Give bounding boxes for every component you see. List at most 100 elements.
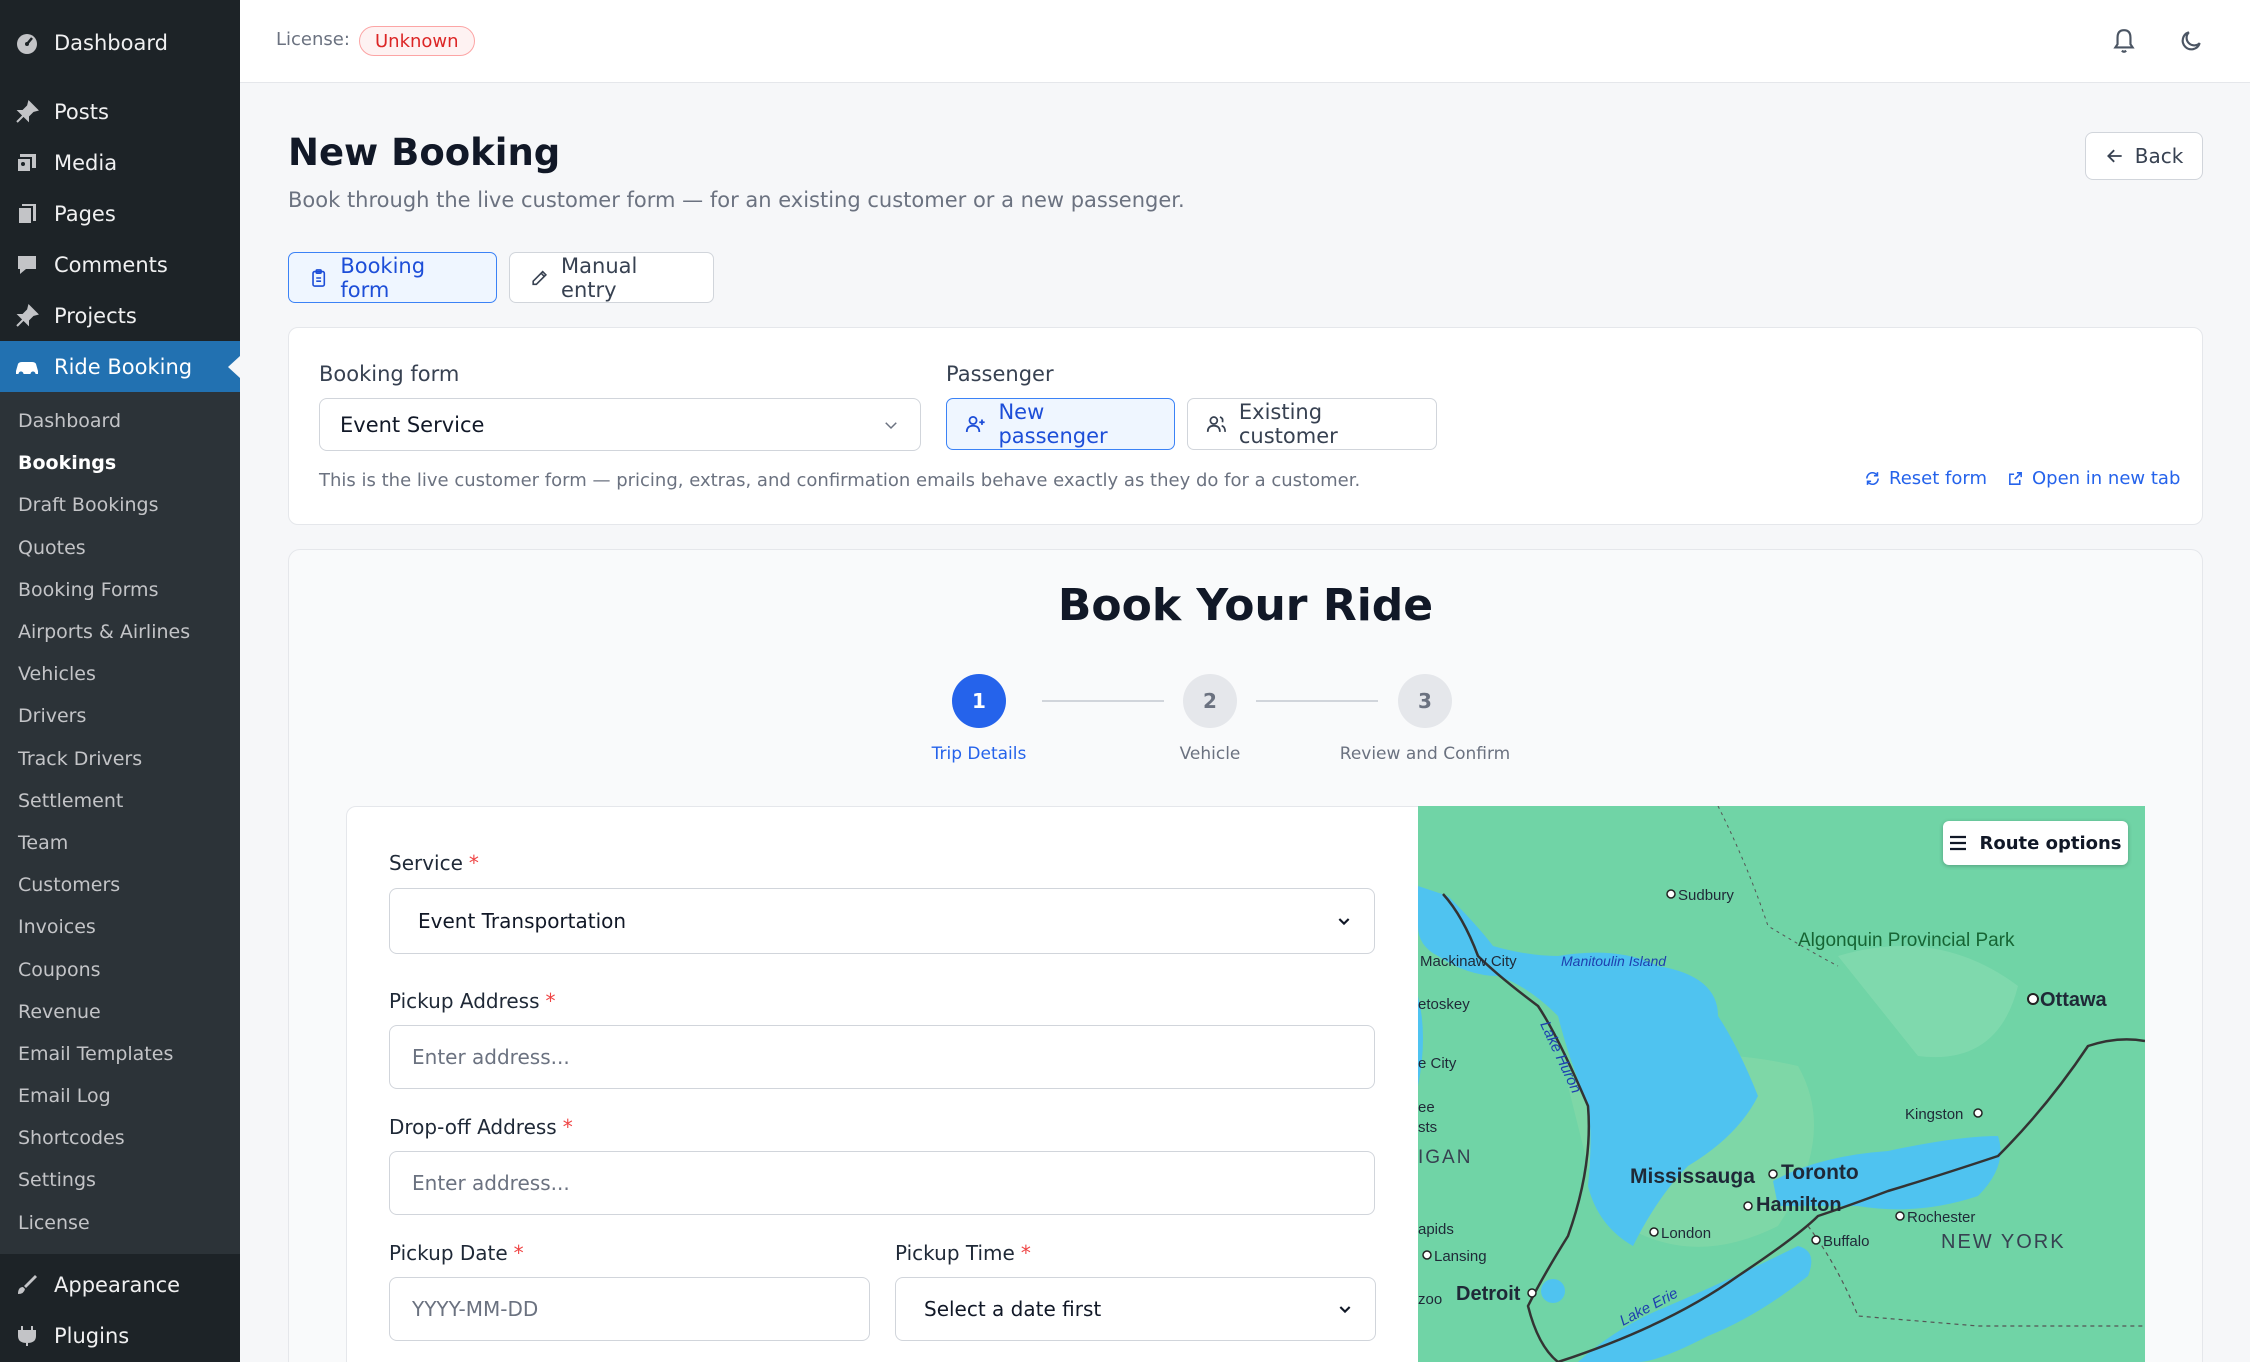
sub-item-license[interactable]: License — [0, 1202, 240, 1244]
booking-form-select[interactable]: Event Service — [319, 398, 921, 451]
sub-item-customers[interactable]: Customers — [0, 864, 240, 906]
open-new-tab-link[interactable]: Open in new tab — [2007, 468, 2180, 489]
page-subtitle: Book through the live customer form — fo… — [288, 188, 1185, 212]
sub-item-dashboard[interactable]: Dashboard — [0, 400, 240, 442]
back-button[interactable]: Back — [2085, 132, 2203, 180]
sub-item-settings[interactable]: Settings — [0, 1159, 240, 1201]
menu-projects[interactable]: Projects — [0, 290, 240, 341]
map-label: Algonquin Provincial Park — [1798, 930, 2015, 951]
required-mark: * — [1020, 1241, 1031, 1265]
sub-item-shortcodes[interactable]: Shortcodes — [0, 1117, 240, 1159]
chevron-down-icon — [1338, 918, 1350, 926]
refresh-icon — [1866, 471, 1879, 486]
menu-dashboard[interactable]: Dashboard — [0, 0, 240, 86]
step-label: Trip Details — [931, 744, 1027, 764]
menu-ride-booking[interactable]: Ride Booking — [0, 341, 240, 392]
pickup-address-label: Pickup Address * — [389, 989, 556, 1013]
plugin-icon — [14, 1323, 40, 1349]
step-number: 1 — [952, 674, 1006, 728]
tab-manual-entry[interactable]: Manual entry — [509, 252, 714, 303]
map-label: Kingston — [1905, 1106, 1963, 1123]
page-title: New Booking — [288, 131, 561, 174]
menu-label: Comments — [54, 252, 168, 277]
sub-item-email-templates[interactable]: Email Templates — [0, 1033, 240, 1075]
menu-label: Posts — [54, 99, 109, 124]
sub-item-airports-airlines[interactable]: Airports & Airlines — [0, 611, 240, 653]
user-plus-icon — [965, 415, 985, 433]
required-mark: * — [545, 989, 556, 1013]
step-review-confirm[interactable]: 3 Review and Confirm — [1325, 674, 1525, 764]
menu-plugins[interactable]: Plugins — [0, 1311, 240, 1362]
required-mark: * — [468, 851, 479, 875]
top-bar: License: Unknown — [240, 0, 2250, 83]
step-label: Vehicle — [1179, 744, 1241, 764]
pickup-address-input[interactable]: Enter address... — [389, 1025, 1375, 1089]
step-trip-details[interactable]: 1 Trip Details — [879, 674, 1079, 764]
dropoff-address-input[interactable]: Enter address... — [389, 1151, 1375, 1215]
reset-form-link[interactable]: Reset form — [1864, 468, 1987, 489]
license-label: License: — [276, 29, 350, 50]
chevron-down-icon — [1339, 1306, 1351, 1314]
pickup-date-input[interactable]: YYYY-MM-DD — [389, 1277, 870, 1341]
map-label: Lansing — [1434, 1248, 1487, 1265]
menu-comments[interactable]: Comments — [0, 239, 240, 290]
menu-pages[interactable]: Pages — [0, 188, 240, 239]
reset-form-label: Reset form — [1889, 468, 1987, 489]
booking-form-value: Event Service — [340, 412, 485, 437]
sub-item-track-drivers[interactable]: Track Drivers — [0, 738, 240, 780]
ride-booking-submenu: Dashboard Bookings Draft Bookings Quotes… — [0, 392, 240, 1254]
menu-media[interactable]: Media — [0, 137, 240, 188]
chevron-down-icon — [885, 421, 897, 429]
pin-icon — [14, 99, 40, 125]
media-icon — [14, 150, 40, 176]
existing-customer-button[interactable]: Existing customer — [1187, 398, 1437, 450]
map-graphic: Sudbury Mackinaw City Manitoulin Island … — [1418, 806, 2145, 1362]
sub-item-team[interactable]: Team — [0, 822, 240, 864]
pickup-time-label: Pickup Time * — [895, 1241, 1031, 1265]
menu-label: Appearance — [54, 1273, 181, 1298]
license-status-badge: Unknown — [359, 26, 475, 56]
sub-item-email-log[interactable]: Email Log — [0, 1075, 240, 1117]
back-label: Back — [2134, 144, 2184, 168]
moon-icon[interactable] — [2174, 24, 2208, 58]
map-label: apids — [1418, 1221, 1454, 1238]
sub-item-draft-bookings[interactable]: Draft Bookings — [0, 484, 240, 526]
menu-posts[interactable]: Posts — [0, 86, 240, 137]
external-link-icon — [2009, 472, 2022, 485]
map-label: Buffalo — [1823, 1233, 1869, 1250]
route-options-button[interactable]: Route options — [1943, 821, 2128, 865]
new-passenger-button[interactable]: New passenger — [946, 398, 1175, 450]
map-label: Sudbury — [1678, 887, 1734, 904]
sub-item-invoices[interactable]: Invoices — [0, 906, 240, 948]
map-label: etoskey — [1418, 996, 1470, 1013]
sub-item-drivers[interactable]: Drivers — [0, 695, 240, 737]
sub-item-coupons[interactable]: Coupons — [0, 948, 240, 990]
dropoff-address-label: Drop-off Address * — [389, 1115, 573, 1139]
map-label: Manitoulin Island — [1561, 953, 1667, 969]
sub-item-vehicles[interactable]: Vehicles — [0, 653, 240, 695]
route-options-label: Route options — [1979, 832, 2122, 854]
sub-item-settlement[interactable]: Settlement — [0, 780, 240, 822]
bell-icon[interactable] — [2107, 24, 2141, 58]
sub-item-quotes[interactable]: Quotes — [0, 527, 240, 569]
service-select[interactable]: Event Transportation — [389, 888, 1375, 954]
menu-appearance[interactable]: Appearance — [0, 1260, 240, 1311]
step-vehicle[interactable]: 2 Vehicle — [1110, 674, 1310, 764]
new-passenger-label: New passenger — [998, 400, 1108, 448]
menu-icon — [1950, 835, 1967, 851]
sub-item-bookings[interactable]: Bookings — [0, 442, 240, 484]
tab-booking-form[interactable]: Booking form — [288, 252, 497, 303]
pickup-time-select[interactable]: Select a date first — [895, 1277, 1376, 1341]
map-label: Rochester — [1907, 1209, 1975, 1226]
label-text: Drop-off Address — [389, 1115, 557, 1139]
brush-icon — [14, 1272, 40, 1298]
service-value: Event Transportation — [418, 909, 627, 933]
booking-config-card: Booking form Event Service Passenger New… — [288, 327, 2203, 525]
sub-item-revenue[interactable]: Revenue — [0, 991, 240, 1033]
sub-item-booking-forms[interactable]: Booking Forms — [0, 569, 240, 611]
route-map[interactable]: Sudbury Mackinaw City Manitoulin Island … — [1418, 806, 2145, 1362]
step-number: 3 — [1398, 674, 1452, 728]
dashboard-icon — [14, 30, 40, 56]
map-label: IGAN — [1418, 1147, 1472, 1168]
arrow-left-icon — [2106, 149, 2122, 163]
